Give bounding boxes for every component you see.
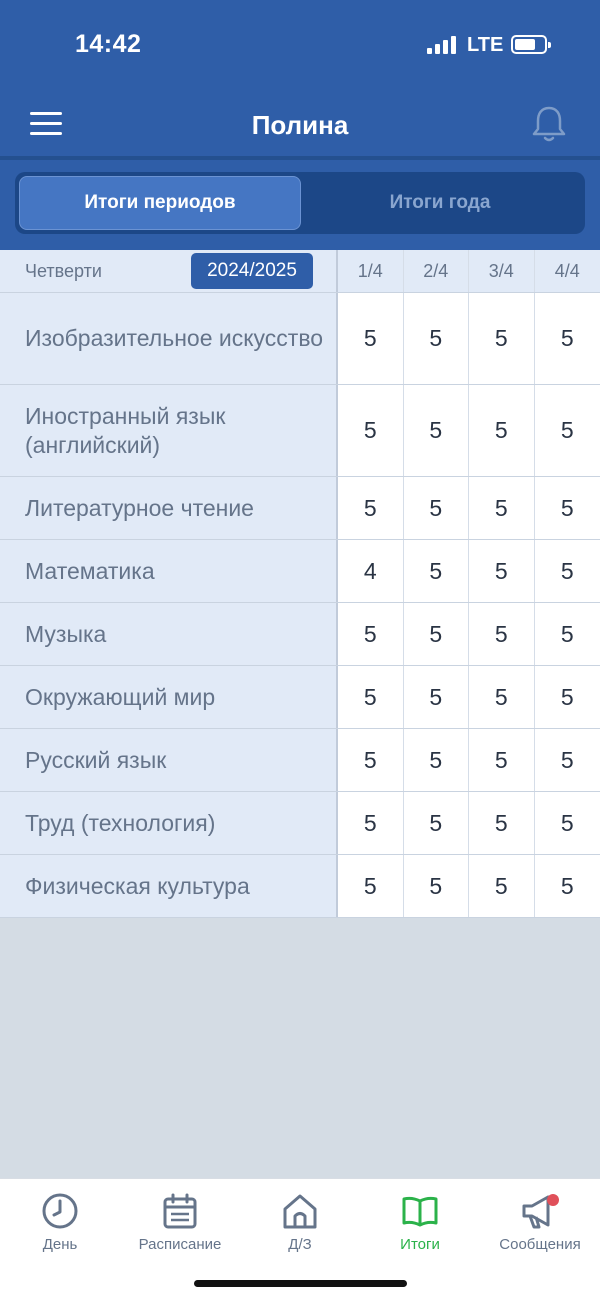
- grade-cell[interactable]: 5: [534, 792, 600, 854]
- tab-day-label: День: [42, 1236, 78, 1253]
- grade-cell[interactable]: 5: [403, 293, 469, 384]
- grade-cell[interactable]: 5: [534, 666, 600, 728]
- tab-results[interactable]: Итоги: [360, 1179, 480, 1269]
- column-header: 3/4: [469, 250, 535, 292]
- tab-schedule[interactable]: Расписание: [120, 1179, 240, 1269]
- table-row[interactable]: Русский язык 5 5 5 5: [0, 729, 600, 792]
- app-header: 14:42 LTE Полина Итоги периодов Итоги го…: [0, 0, 600, 250]
- grade-cell[interactable]: 5: [338, 666, 404, 728]
- table-row[interactable]: Окружающий мир 5 5 5 5: [0, 666, 600, 729]
- grade-cell[interactable]: 5: [469, 855, 535, 917]
- segment-year-results[interactable]: Итоги года: [299, 176, 581, 230]
- table-row[interactable]: Физическая культура 5 5 5 5: [0, 855, 600, 918]
- grade-cell[interactable]: 5: [469, 666, 535, 728]
- header-divider: [0, 156, 600, 160]
- subject-name: Труд (технология): [0, 792, 338, 854]
- grade-cell[interactable]: 5: [338, 729, 404, 791]
- grade-cell[interactable]: 5: [403, 385, 469, 476]
- grade-cell[interactable]: 5: [534, 855, 600, 917]
- period-segmented-control: Итоги периодов Итоги года: [15, 172, 585, 234]
- grade-cell[interactable]: 5: [534, 385, 600, 476]
- subject-name: Окружающий мир: [0, 666, 338, 728]
- grade-cell[interactable]: 5: [534, 293, 600, 384]
- grade-cell[interactable]: 5: [338, 855, 404, 917]
- grade-cell[interactable]: 5: [403, 792, 469, 854]
- table-row[interactable]: Литературное чтение 5 5 5 5: [0, 477, 600, 540]
- grade-cell[interactable]: 5: [403, 666, 469, 728]
- periods-header: Четверти 2024/2025: [0, 250, 338, 292]
- page-title: Полина: [251, 110, 349, 140]
- status-bar: 14:42 LTE: [0, 0, 600, 90]
- column-header: 2/4: [403, 250, 469, 292]
- calendar-icon: [163, 1193, 197, 1229]
- tab-results-label: Итоги: [400, 1236, 440, 1253]
- table-row[interactable]: Труд (технология) 5 5 5 5: [0, 792, 600, 855]
- grade-cell[interactable]: 5: [403, 603, 469, 665]
- grade-cell[interactable]: 5: [469, 603, 535, 665]
- periods-label: Четверти: [25, 260, 102, 281]
- grade-cell[interactable]: 5: [469, 729, 535, 791]
- grade-cell[interactable]: 5: [534, 540, 600, 602]
- grade-cell[interactable]: 5: [534, 477, 600, 539]
- grade-cell[interactable]: 5: [469, 385, 535, 476]
- segment-period-results[interactable]: Итоги периодов: [19, 176, 301, 230]
- megaphone-icon: [522, 1194, 559, 1229]
- nav-bar: Полина: [0, 90, 600, 158]
- network-label: LTE: [467, 34, 504, 56]
- battery-icon: [511, 35, 551, 54]
- grade-cell[interactable]: 5: [469, 792, 535, 854]
- grade-cell[interactable]: 5: [469, 293, 535, 384]
- table-row[interactable]: Изобразительное искусство 5 5 5 5: [0, 293, 600, 385]
- subject-name: Русский язык: [0, 729, 338, 791]
- table-row[interactable]: Музыка 5 5 5 5: [0, 603, 600, 666]
- subject-name: Литературное чтение: [0, 477, 338, 539]
- signal-icon: [427, 36, 459, 54]
- grade-cell[interactable]: 5: [469, 477, 535, 539]
- grade-cell[interactable]: 5: [403, 855, 469, 917]
- bell-icon[interactable]: [530, 104, 568, 144]
- grade-cell[interactable]: 5: [469, 540, 535, 602]
- subject-name: Музыка: [0, 603, 338, 665]
- tab-messages-label: Сообщения: [499, 1236, 581, 1253]
- table-header-row: Четверти 2024/2025 1/4 2/4 3/4 4/4: [0, 250, 600, 293]
- grade-cell[interactable]: 5: [338, 792, 404, 854]
- grade-cell[interactable]: 5: [338, 385, 404, 476]
- book-icon: [402, 1196, 438, 1227]
- grade-cell[interactable]: 5: [534, 603, 600, 665]
- home-icon: [283, 1194, 317, 1229]
- grade-cell[interactable]: 5: [338, 603, 404, 665]
- tab-day[interactable]: День: [0, 1179, 120, 1269]
- subject-name: Иностранный язык (английский): [0, 385, 338, 476]
- status-time: 14:42: [75, 30, 142, 58]
- tab-homework[interactable]: Д/З: [240, 1179, 360, 1269]
- column-header: 4/4: [534, 250, 600, 292]
- subject-name: Математика: [0, 540, 338, 602]
- grade-cell[interactable]: 4: [338, 540, 404, 602]
- grade-cell[interactable]: 5: [534, 729, 600, 791]
- subject-name: Физическая культура: [0, 855, 338, 917]
- table-row[interactable]: Иностранный язык (английский) 5 5 5 5: [0, 385, 600, 477]
- tab-messages[interactable]: Сообщения: [480, 1179, 600, 1269]
- year-selector[interactable]: 2024/2025: [191, 253, 313, 289]
- tab-homework-label: Д/З: [288, 1236, 312, 1253]
- subject-name: Изобразительное искусство: [0, 293, 338, 384]
- clock-icon: [42, 1193, 78, 1229]
- grade-cell[interactable]: 5: [338, 477, 404, 539]
- notification-dot: [547, 1194, 559, 1206]
- grades-table: Четверти 2024/2025 1/4 2/4 3/4 4/4 Изобр…: [0, 250, 600, 918]
- home-indicator: [194, 1280, 407, 1287]
- grade-cell[interactable]: 5: [403, 729, 469, 791]
- grade-cell[interactable]: 5: [403, 477, 469, 539]
- table-row[interactable]: Математика 4 5 5 5: [0, 540, 600, 603]
- grade-cell[interactable]: 5: [338, 293, 404, 384]
- grade-cell[interactable]: 5: [403, 540, 469, 602]
- tab-schedule-label: Расписание: [138, 1236, 222, 1253]
- column-header: 1/4: [338, 250, 404, 292]
